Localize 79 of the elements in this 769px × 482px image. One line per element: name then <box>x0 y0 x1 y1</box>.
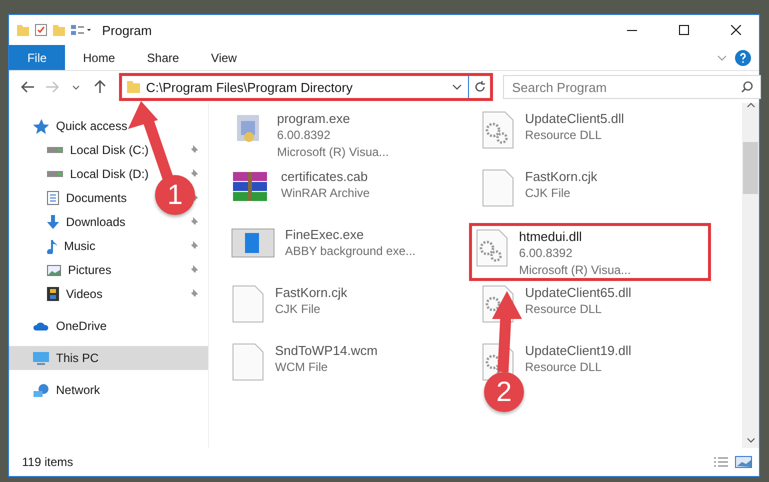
scroll-down-icon[interactable] <box>746 438 754 443</box>
nav-item[interactable]: Videos <box>66 287 102 301</box>
details-view-icon[interactable] <box>713 457 729 467</box>
customize-toolbar-icon[interactable] <box>71 24 92 36</box>
file-name[interactable]: FastKorn.cjk <box>525 169 598 184</box>
search-field[interactable]: Search Program <box>503 75 761 99</box>
nav-item[interactable]: Local Disk (C:) <box>70 143 149 157</box>
scrollbar[interactable] <box>742 103 759 448</box>
file-detail: Resource DLL <box>525 128 603 143</box>
ribbon-tab[interactable]: Home <box>69 45 130 70</box>
up-arrow-icon <box>94 80 106 94</box>
drive-icon <box>47 147 63 153</box>
file-detail: CJK File <box>525 186 572 201</box>
folder-icon <box>127 81 140 93</box>
file-detail: 6.00.8392 <box>277 128 332 143</box>
film-strip-icon <box>47 287 59 301</box>
drive-icon <box>47 171 63 177</box>
download-arrow-icon <box>47 215 59 229</box>
file-detail: ABBY background exe... <box>285 244 416 259</box>
file-name[interactable]: UpdateClient5.dll <box>525 111 624 126</box>
back-arrow-icon <box>21 81 35 93</box>
file-name[interactable]: program.exe <box>277 111 389 126</box>
file-detail: Resource DLL <box>525 302 603 317</box>
folder-icon <box>17 24 29 36</box>
file-detail: CJK File <box>275 302 322 317</box>
blank-file-icon <box>481 169 515 207</box>
nav-item[interactable]: Pictures <box>68 263 112 277</box>
item-count: 119 items <box>22 455 74 469</box>
file-menu-tab[interactable]: File <box>9 45 65 70</box>
file-detail: Resource DLL <box>525 360 603 375</box>
help-icon[interactable] <box>735 50 751 66</box>
gear-file-icon <box>481 111 515 149</box>
scroll-up-icon[interactable] <box>746 103 754 108</box>
nav-item[interactable]: Network <box>9 378 208 402</box>
application-window-icon <box>231 227 275 259</box>
nav-item[interactable]: Music <box>64 239 96 253</box>
blank-file-icon <box>231 343 265 381</box>
forward-arrow-icon <box>45 81 59 93</box>
network-icon <box>33 384 49 396</box>
nav-item[interactable]: Quick access <box>9 114 208 138</box>
expand-ribbon-icon[interactable] <box>717 54 727 60</box>
file-detail: 6.00.8392 <box>519 246 574 261</box>
nav-item[interactable]: Downloads <box>66 215 126 229</box>
file-name[interactable]: UpdateClient19.dll <box>525 343 632 358</box>
file-name[interactable]: UpdateClient65.dll <box>525 285 632 300</box>
file-name[interactable]: FastKorn.cjk <box>275 285 348 300</box>
chevron-down-icon <box>72 84 80 90</box>
properties-icon[interactable] <box>35 24 47 36</box>
dropdown-icon[interactable] <box>452 84 462 90</box>
document-icon <box>47 191 59 205</box>
tiles-view-icon[interactable] <box>735 456 753 468</box>
nav-item[interactable]: Documents <box>66 191 127 205</box>
address-path: C:\Program Files\Program Directory <box>146 80 354 94</box>
maximize-icon <box>679 25 689 35</box>
nav-item[interactable]: OneDrive <box>9 314 208 338</box>
ribbon-tab[interactable]: View <box>197 45 251 70</box>
file-name[interactable]: SndToWP14.wcm <box>275 343 378 358</box>
nav-item[interactable]: This PC <box>9 346 208 370</box>
close-icon <box>731 25 741 35</box>
picture-frame-icon <box>47 264 61 276</box>
cloud-icon <box>33 322 49 330</box>
refresh-icon[interactable] <box>474 81 486 93</box>
gear-file-icon <box>475 229 509 267</box>
monitor-icon <box>33 352 49 364</box>
file-detail: Microsoft (R) Visua... <box>277 145 389 160</box>
music-note-icon <box>47 238 57 254</box>
window-title: Program <box>102 22 153 38</box>
file-detail: WinRAR Archive <box>281 186 370 201</box>
file-detail: Microsoft (R) Visua... <box>519 263 631 278</box>
file-name[interactable]: htmedui.dll <box>519 229 631 244</box>
address-bar[interactable]: C:\Program Files\Program Directory <box>119 73 493 101</box>
scroll-thumb[interactable] <box>743 142 758 194</box>
file-name[interactable]: certificates.cab <box>281 169 370 184</box>
nav-item[interactable]: Local Disk (D:) <box>70 167 149 181</box>
file-name[interactable]: FineExec.exe <box>285 227 416 242</box>
blank-file-icon <box>231 285 265 323</box>
star-icon <box>33 118 49 134</box>
file-detail: WCM File <box>275 360 329 375</box>
ribbon-tab[interactable]: Share <box>133 45 194 70</box>
